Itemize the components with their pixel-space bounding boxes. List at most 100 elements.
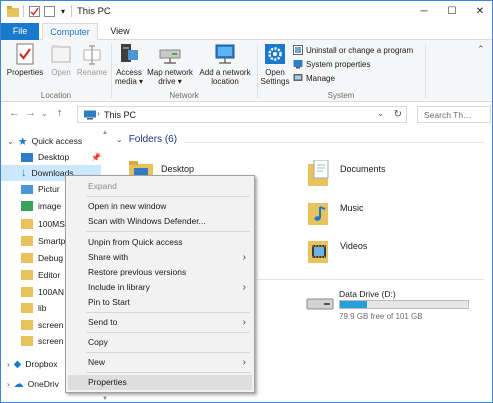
- properties-button[interactable]: Properties: [5, 42, 45, 77]
- menu-item-scan-defender[interactable]: Scan with Windows Defender...: [68, 214, 252, 229]
- menu-item-new[interactable]: New ›: [68, 355, 252, 370]
- up-arrow-icon[interactable]: ↑: [57, 107, 63, 119]
- folder-music[interactable]: Music: [308, 193, 364, 225]
- folder-icon: [21, 270, 33, 280]
- menu-item-include-library[interactable]: Include in library ›: [68, 280, 252, 295]
- refresh-icon[interactable]: ↻: [394, 109, 402, 120]
- maximize-button[interactable]: ☐: [438, 1, 466, 21]
- nav-folder-100ms[interactable]: 100MS: [21, 216, 65, 232]
- scroll-up-icon[interactable]: ▲: [102, 130, 108, 136]
- submenu-arrow-icon: ›: [242, 317, 246, 328]
- drive-usage-fill: [340, 301, 367, 308]
- star-icon: ★: [17, 135, 28, 148]
- access-media-button[interactable]: Access media ▾: [114, 42, 144, 86]
- submenu-arrow-icon: ›: [242, 282, 246, 293]
- search-input[interactable]: Search Th…: [417, 106, 491, 123]
- new-folder-icon[interactable]: [43, 5, 55, 17]
- nav-onedrive[interactable]: › ☁ OneDriv: [7, 376, 59, 392]
- open-button[interactable]: Open: [47, 42, 75, 77]
- properties-label: Properties: [6, 68, 44, 77]
- title-divider-2: [71, 5, 72, 17]
- tab-computer[interactable]: Computer: [42, 23, 98, 40]
- scroll-down-icon[interactable]: ▼: [102, 396, 108, 402]
- videos-folder-icon: [308, 237, 330, 263]
- menu-item-expand[interactable]: Expand: [68, 179, 252, 194]
- manage-label: Manage: [306, 73, 335, 83]
- menu-item-copy[interactable]: Copy: [68, 335, 252, 350]
- back-arrow-icon[interactable]: ←: [9, 107, 20, 119]
- properties-icon: [14, 42, 36, 66]
- uninstall-label: Uninstall or change a program: [306, 45, 414, 55]
- breadcrumb-chevron-icon[interactable]: ›: [97, 109, 100, 118]
- nav-folder-debug[interactable]: Debug: [21, 250, 63, 266]
- rename-button[interactable]: Rename: [76, 42, 108, 77]
- nav-quick-access[interactable]: ⌄ ★ Quick access: [7, 133, 82, 149]
- folder-documents[interactable]: Documents: [308, 154, 386, 186]
- dropbox-icon: ◆: [13, 358, 22, 370]
- manage-button[interactable]: Manage: [293, 72, 335, 84]
- nav-label: 100AN: [38, 287, 64, 297]
- address-dropdown-icon[interactable]: ⌄: [377, 109, 384, 118]
- nav-label: Smartp: [38, 236, 66, 246]
- system-properties-label: System properties: [306, 59, 371, 69]
- menu-item-restore-versions[interactable]: Restore previous versions: [68, 265, 252, 280]
- map-drive-label: Map network drive ▾: [147, 68, 193, 86]
- folders-section-header[interactable]: ⌄ Folders (6): [116, 134, 177, 145]
- folder-icon: [21, 303, 33, 313]
- minimize-button[interactable]: ─: [410, 1, 438, 21]
- nav-folder-100an[interactable]: 100AN: [21, 284, 64, 300]
- nav-folder-smartp[interactable]: Smartp: [21, 233, 65, 249]
- nav-image[interactable]: image: [21, 198, 61, 214]
- menu-item-pin-start[interactable]: Pin to Start: [68, 295, 252, 310]
- nav-label: Desktop: [38, 152, 70, 162]
- expand-chevron-icon[interactable]: ›: [7, 380, 10, 389]
- menu-item-unpin[interactable]: Unpin from Quick access: [68, 235, 252, 250]
- nav-desktop[interactable]: Desktop 📌: [21, 149, 101, 165]
- tab-file[interactable]: File: [1, 23, 39, 40]
- ribbon-separator: [111, 44, 112, 98]
- close-button[interactable]: ✕: [466, 1, 492, 21]
- uninstall-program-button[interactable]: Uninstall or change a program: [293, 44, 413, 56]
- properties-check-icon[interactable]: [28, 5, 40, 17]
- folders-heading: Folders (6): [128, 134, 178, 145]
- folder-videos[interactable]: Videos: [308, 231, 367, 263]
- folder-icon: [21, 253, 33, 263]
- submenu-arrow-icon: ›: [242, 252, 246, 263]
- collapse-chevron-icon[interactable]: ⌄: [7, 137, 14, 146]
- customize-qat-icon[interactable]: ▾: [59, 5, 67, 17]
- nav-label: Editor: [38, 270, 61, 280]
- nav-label: Quick access: [31, 136, 83, 146]
- menu-item-open-new-window[interactable]: Open in new window: [68, 199, 252, 214]
- add-network-location-button[interactable]: Add a network location: [196, 42, 254, 86]
- system-properties-button[interactable]: System properties: [293, 58, 370, 70]
- submenu-arrow-icon: ›: [242, 357, 246, 368]
- nav-pictures[interactable]: Pictur: [21, 181, 60, 197]
- drive-data-d[interactable]: Data Drive (D:) 79.9 GB free of 101 GB: [306, 287, 476, 323]
- menu-item-share-with[interactable]: Share with ›: [68, 250, 252, 265]
- nav-folder-screen-2[interactable]: screen: [21, 333, 64, 349]
- nav-dropbox[interactable]: › ◆ Dropbox: [7, 356, 58, 372]
- address-bar[interactable]: › This PC ⌄ ↻: [77, 106, 407, 123]
- context-menu: Expand Open in new window Scan with Wind…: [65, 175, 255, 393]
- menu-item-send-to[interactable]: Send to ›: [68, 315, 252, 330]
- map-network-drive-button[interactable]: Map network drive ▾: [146, 42, 194, 86]
- menu-item-label: New: [88, 357, 106, 367]
- ribbon-separator-3: [425, 44, 426, 98]
- nav-folder-editor[interactable]: Editor: [21, 267, 60, 283]
- download-arrow-icon: ↓: [21, 167, 27, 179]
- open-settings-button[interactable]: Open Settings: [259, 42, 291, 86]
- add-location-label: Add a network location: [199, 68, 251, 86]
- expand-chevron-icon[interactable]: ›: [7, 360, 10, 369]
- collapse-chevron-icon[interactable]: ⌄: [116, 135, 123, 144]
- this-pc-icon: [83, 110, 97, 122]
- nav-folder-screen-1[interactable]: screen: [21, 317, 64, 333]
- nav-label: 100MS: [38, 219, 65, 229]
- nav-folder-lib[interactable]: lib: [21, 300, 47, 316]
- tab-view[interactable]: View: [100, 23, 140, 40]
- forward-arrow-icon[interactable]: →: [25, 107, 36, 119]
- pin-icon[interactable]: 📌: [91, 153, 101, 162]
- title-divider: [23, 5, 24, 17]
- recent-locations-icon[interactable]: ⌄: [41, 109, 48, 118]
- menu-item-properties[interactable]: Properties: [68, 375, 252, 390]
- ribbon-collapse-icon[interactable]: ⌃: [477, 44, 485, 55]
